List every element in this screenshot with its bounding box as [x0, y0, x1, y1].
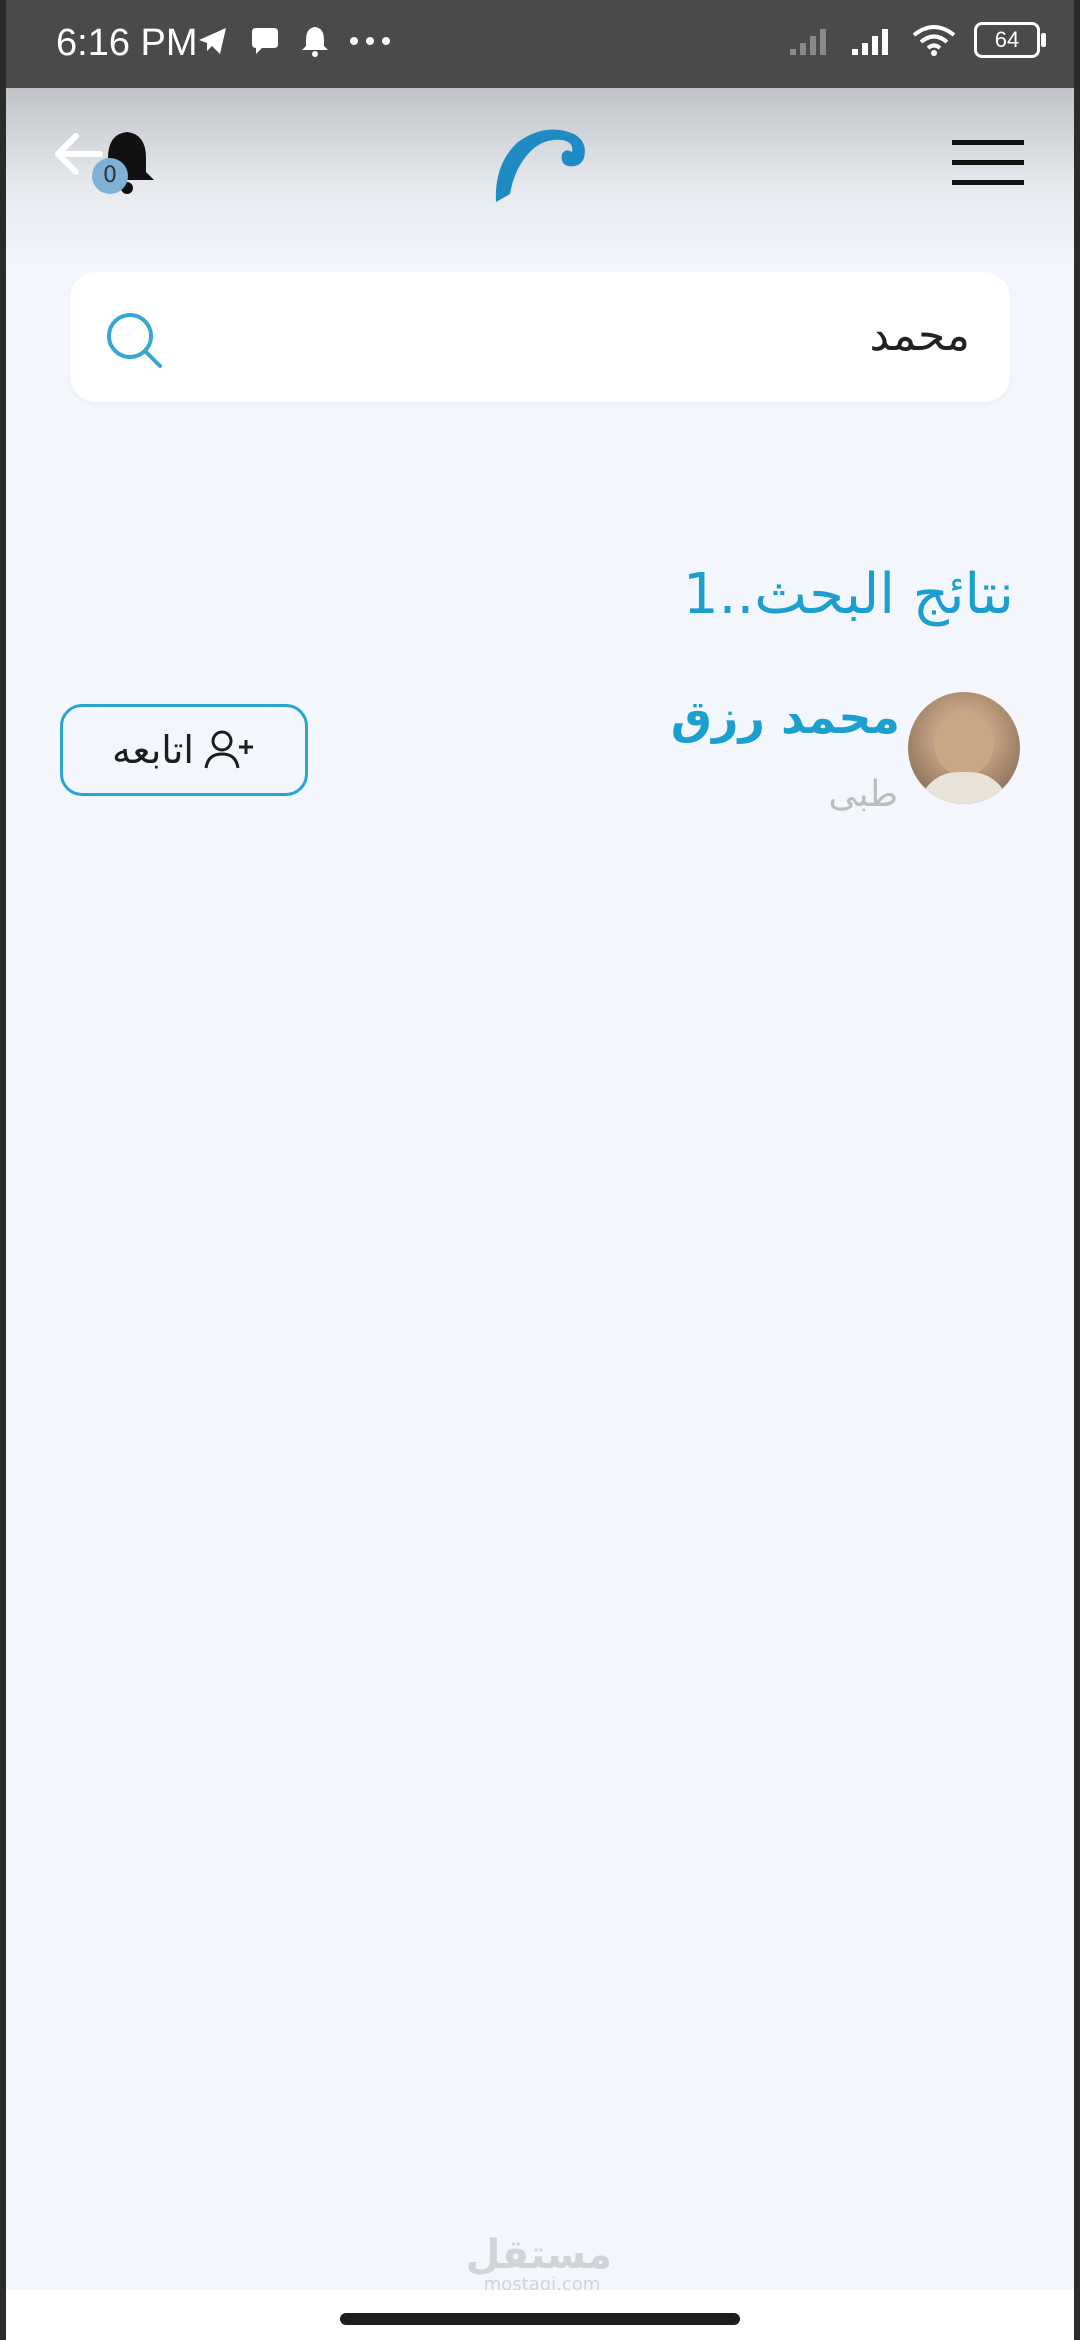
chat-bubble-icon	[252, 28, 278, 54]
status-bar: 6:16 PM 64	[0, 0, 1080, 88]
battery-icon: 64	[974, 22, 1046, 58]
user-specialty: طبى	[828, 774, 898, 815]
avatar[interactable]	[908, 692, 1020, 804]
telegram-icon	[199, 28, 226, 54]
result-item[interactable]: محمد رزق طبى اتابعه	[0, 690, 1080, 840]
app-header: 0	[0, 88, 1080, 268]
wave-logo-icon[interactable]	[488, 124, 592, 204]
signal-icon	[852, 29, 888, 55]
more-dots-icon	[350, 37, 390, 45]
home-indicator[interactable]	[340, 2313, 740, 2325]
search-input[interactable]: محمد	[70, 272, 1010, 402]
search-icon[interactable]	[104, 310, 164, 370]
follow-button[interactable]: اتابعه	[60, 704, 308, 796]
notification-bell-icon	[302, 27, 328, 57]
hamburger-menu-icon[interactable]	[952, 138, 1024, 188]
signal-icon	[790, 29, 826, 55]
notification-badge: 0	[92, 158, 128, 194]
watermark-logo-text: مستقل	[465, 2232, 612, 2278]
follow-button-label: اتابعه	[112, 728, 194, 772]
add-user-icon	[204, 730, 253, 769]
wifi-icon	[912, 25, 956, 56]
user-name[interactable]: محمد رزق	[671, 690, 900, 744]
status-icons-left	[196, 24, 392, 58]
results-title: نتائج البحث..1	[683, 562, 1014, 627]
search-input-value: محمد	[869, 310, 970, 361]
status-icons-right: 64	[788, 22, 1046, 58]
status-time: 6:16 PM	[56, 22, 198, 64]
watermark: مستقل mostaqi.com	[465, 2232, 612, 2295]
